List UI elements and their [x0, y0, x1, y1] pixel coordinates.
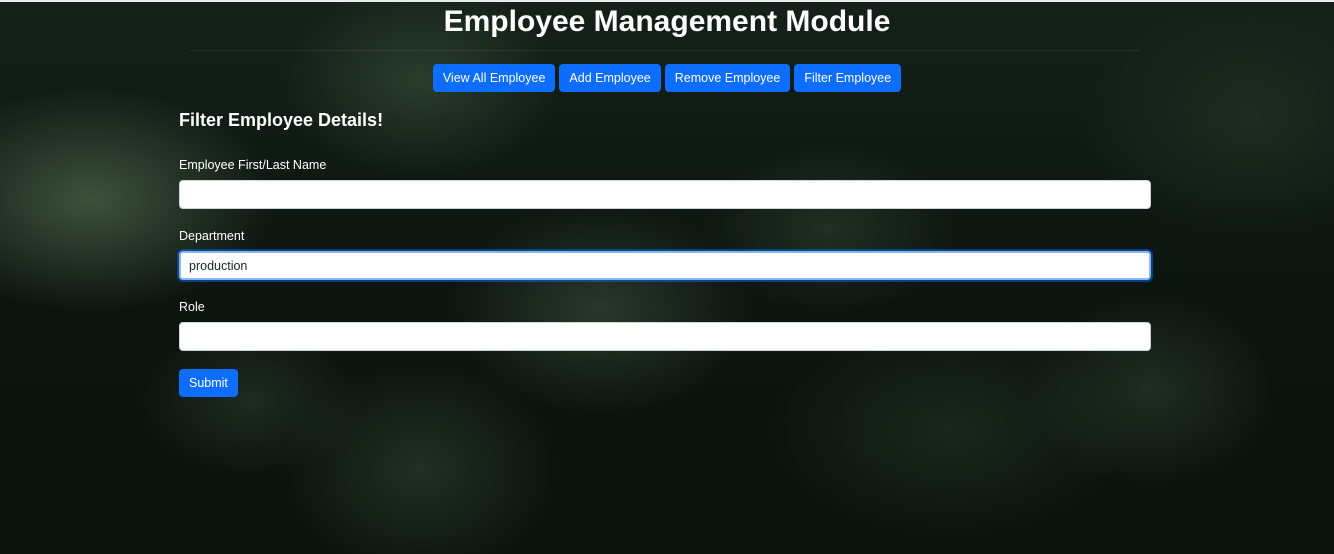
filter-employee-button[interactable]: Filter Employee — [794, 64, 902, 92]
role-input[interactable] — [179, 322, 1151, 351]
department-input[interactable] — [179, 251, 1151, 280]
add-employee-button[interactable]: Add Employee — [559, 64, 661, 92]
view-all-employee-button[interactable]: View All Employee — [432, 64, 556, 92]
page-title: Employee Management Module — [443, 5, 891, 38]
name-input[interactable] — [179, 180, 1151, 209]
department-field-label: Department — [179, 229, 245, 243]
title-divider — [190, 50, 1140, 51]
name-field-label: Employee First/Last Name — [179, 158, 327, 172]
nav-button-group: View All Employee Add Employee Remove Em… — [0, 64, 1334, 92]
submit-button[interactable]: Submit — [179, 369, 238, 397]
form-heading: Filter Employee Details! — [179, 110, 384, 130]
page-container: Employee Management Module View All Empl… — [0, 0, 1334, 554]
remove-employee-button[interactable]: Remove Employee — [664, 64, 791, 92]
role-field-label: Role — [179, 300, 205, 314]
